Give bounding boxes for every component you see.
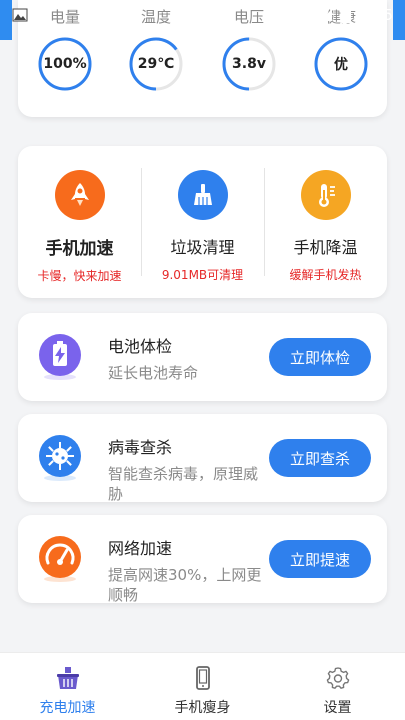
health-value: 优 [334,57,348,73]
card-description: 提高网速30%，上网更顺畅 [108,566,262,604]
battery-icon [341,7,352,23]
feature-title: 垃圾清理 [170,238,235,257]
bottom-nav: 充电加速 手机瘦身 设置 [0,652,405,720]
feature-title: 手机降温 [293,238,358,257]
temperature-value: 29℃ [137,56,175,72]
speedometer-icon [36,535,84,583]
feature-cool-down[interactable]: 手机降温 缓解手机发热 [264,146,387,298]
feature-subtitle: 9.01MB可清理 [161,268,244,282]
feature-subtitle: 卡慢，快来加速 [37,269,122,283]
card-title: 病毒查杀 [108,438,173,457]
nav-label: 手机瘦身 [174,700,231,716]
status-bar: 1:35 [0,0,405,30]
rocket-icon [54,170,105,220]
virus-icon [36,434,84,482]
nav-label: 设置 [323,700,352,716]
card-description: 智能查杀病毒，原理威胁 [108,465,259,503]
network-boost-card: 网络加速 提高网速30%，上网更顺畅 立即提速 [18,515,387,604]
phone-icon [195,666,210,690]
image-icon [12,8,28,22]
feature-subtitle: 缓解手机发热 [289,268,362,282]
virus-scan-button[interactable]: 立即查杀 [269,439,371,477]
voltage-value: 3.8v [232,56,266,72]
battery-value: 100% [43,56,87,72]
nav-phone-slim[interactable]: 手机瘦身 [135,653,270,720]
network-boost-button[interactable]: 立即提速 [269,540,371,578]
thermometer-icon [300,170,351,220]
status-time: 1:35 [359,6,393,24]
battery-check-card: 电池体检 延长电池寿命 立即体检 [18,313,387,401]
feature-junk-clean[interactable]: 垃圾清理 9.01MB可清理 [141,146,264,298]
broom-icon [177,170,228,220]
card-description: 延长电池寿命 [108,364,199,382]
wifi-icon [294,9,311,21]
feature-speed-up[interactable]: 手机加速 卡慢，快来加速 [18,146,141,298]
signal-icon [320,9,333,21]
nav-label: 充电加速 [39,700,96,716]
card-title: 网络加速 [108,539,173,558]
nav-charge-boost[interactable]: 充电加速 [0,653,135,720]
feature-title: 手机加速 [45,239,114,259]
battery-check-icon [36,333,84,381]
basket-icon [56,667,79,689]
feature-card: 手机加速 卡慢，快来加速 垃圾清理 9.01MB可清理 手机降温 缓解手机发热 [18,146,387,298]
card-title: 电池体检 [108,337,173,356]
battery-check-button[interactable]: 立即体检 [269,338,371,376]
nav-settings[interactable]: 设置 [270,653,405,720]
gear-icon [326,667,349,689]
virus-scan-card: 病毒查杀 智能查杀病毒，原理威胁 立即查杀 [18,414,387,503]
